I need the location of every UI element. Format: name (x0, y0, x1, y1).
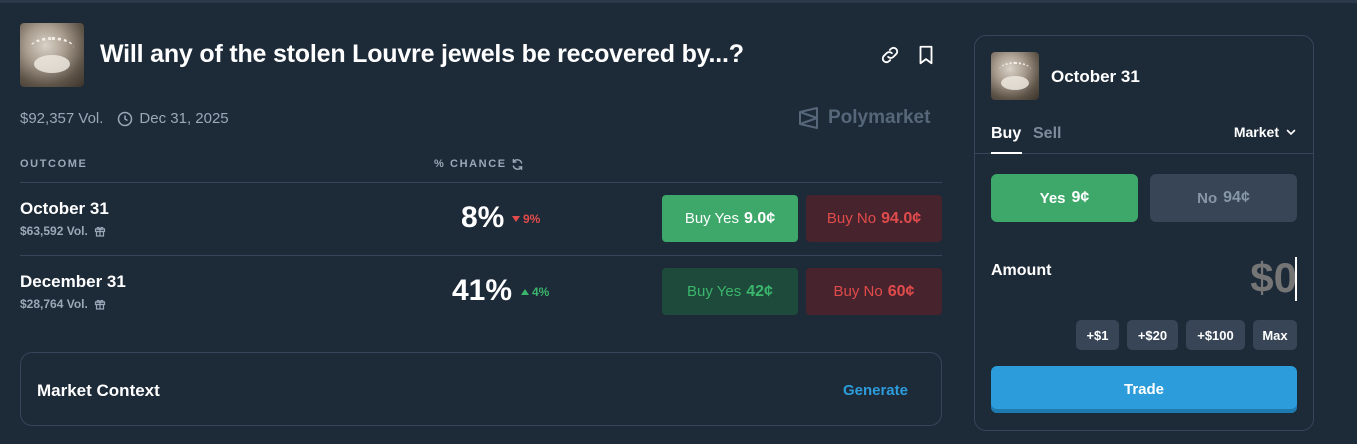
order-type-dropdown[interactable]: Market (1234, 124, 1297, 140)
outcome-volume-text: $28,764 Vol. (20, 297, 88, 311)
trade-panel: October 31 Buy Sell Market Yes 9¢ No 94¢… (974, 35, 1314, 431)
buy-no-button[interactable]: Buy No 60¢ (806, 268, 942, 315)
row-divider (20, 255, 942, 256)
text-caret (1295, 257, 1297, 301)
buy-no-label: Buy No (833, 283, 883, 300)
no-price: 94¢ (1223, 189, 1250, 206)
outcome-name: December 31 (20, 272, 126, 291)
add-100-button[interactable]: +$100 (1186, 320, 1245, 350)
buy-no-price: 94.0¢ (881, 209, 922, 227)
buy-yes-price: 9.0¢ (744, 209, 776, 227)
chevron-down-icon (1286, 129, 1296, 136)
outcome-volume: $28,764 Vol. (20, 297, 106, 311)
market-meta: $92,357 Vol. Dec 31, 2025 (20, 110, 229, 127)
outcome-volume-text: $63,592 Vol. (20, 224, 88, 238)
no-outcome-button[interactable]: No 94¢ (1150, 174, 1297, 222)
outcome-chance: 41% (452, 274, 513, 307)
polymarket-icon (799, 107, 818, 129)
gift-icon (94, 226, 105, 237)
change-value: 4% (532, 285, 550, 299)
top-divider (0, 0, 1357, 3)
amount-input[interactable] (1177, 254, 1297, 302)
generate-button[interactable]: Generate (843, 382, 908, 399)
chance-header: % CHANCE (434, 158, 507, 170)
outcome-header: OUTCOME (20, 158, 88, 170)
max-button[interactable]: Max (1253, 320, 1297, 350)
buy-no-price: 60¢ (887, 282, 915, 300)
buy-yes-price: 42¢ (746, 282, 773, 300)
chance-change-up: 4% (521, 285, 549, 299)
chance-change-down: 9% (512, 212, 540, 226)
bookmark-icon[interactable] (915, 44, 937, 66)
amount-label: Amount (991, 262, 1052, 279)
yes-price: 9¢ (1071, 189, 1090, 206)
change-value: 9% (523, 212, 541, 226)
active-tab-indicator (991, 152, 1022, 154)
market-volume: $92,357 Vol. (20, 110, 104, 127)
add-1-button[interactable]: +$1 (1076, 320, 1119, 350)
outcome-chance: 8% (461, 201, 505, 234)
up-arrow-icon (521, 289, 529, 295)
market-context-label: Market Context (37, 381, 160, 400)
tab-divider (975, 153, 1313, 154)
buy-yes-label: Buy Yes (687, 283, 742, 300)
table-divider (20, 182, 942, 183)
yes-label: Yes (1039, 189, 1066, 207)
refresh-icon[interactable] (511, 158, 524, 171)
buy-yes-button[interactable]: Buy Yes 9.0¢ (662, 195, 798, 242)
outcome-image (991, 52, 1039, 100)
panel-outcome-title: October 31 (1051, 67, 1140, 86)
trade-button[interactable]: Trade (991, 366, 1297, 413)
market-end-date: Dec 31, 2025 (139, 110, 229, 127)
add-20-button[interactable]: +$20 (1127, 320, 1178, 350)
down-arrow-icon (512, 216, 520, 222)
market-context-card: Market Context Generate (20, 352, 942, 426)
buy-yes-button[interactable]: Buy Yes 42¢ (662, 268, 798, 315)
clock-icon (118, 111, 133, 126)
buy-no-button[interactable]: Buy No 94.0¢ (806, 195, 942, 242)
market-image (20, 23, 84, 87)
outcome-volume: $63,592 Vol. (20, 224, 106, 238)
no-label: No (1197, 189, 1218, 207)
tab-buy[interactable]: Buy (991, 125, 1021, 143)
outcome-name: October 31 (20, 199, 109, 218)
brand-name: Polymarket (828, 107, 931, 128)
tab-sell[interactable]: Sell (1033, 125, 1061, 143)
market-title: Will any of the stolen Louvre jewels be … (100, 40, 744, 68)
link-icon[interactable] (879, 44, 901, 66)
buy-yes-label: Buy Yes (684, 210, 740, 227)
brand-logo: Polymarket (797, 106, 930, 130)
gift-icon (94, 299, 105, 310)
buy-no-label: Buy No (826, 210, 877, 227)
yes-outcome-button[interactable]: Yes 9¢ (991, 174, 1138, 222)
order-type-label: Market (1233, 124, 1279, 140)
